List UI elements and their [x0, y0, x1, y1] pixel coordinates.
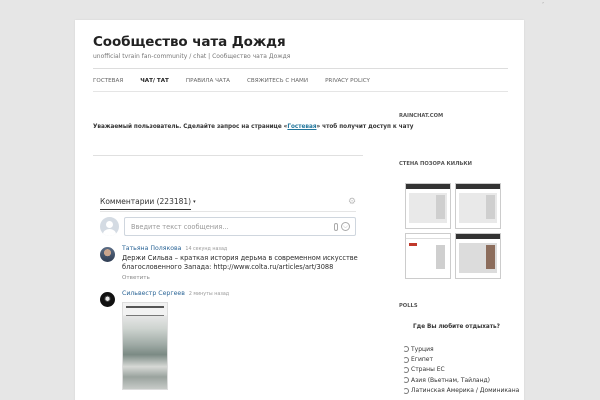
reply-button[interactable]: Ответить	[122, 275, 356, 281]
page-container: Сообщество чата Дождя unofficial tvrain …	[75, 20, 524, 400]
gallery-thumbnail[interactable]	[455, 233, 501, 279]
radio-icon[interactable]	[403, 366, 409, 373]
notice-text-before: Уважаемый пользователь. Сделайте запрос …	[93, 124, 288, 130]
poll-question: Где Вы любите отдыхать?	[413, 324, 500, 330]
paperclip-icon[interactable]	[334, 223, 338, 231]
main-nav: Гостевая Чат/ Тат Правила чата Свяжитесь…	[93, 78, 387, 84]
comment-input-placeholder: Введите текст сообщения...	[131, 223, 229, 231]
radio-icon[interactable]	[403, 356, 409, 363]
comments-widget: Комментарии (223181) ▾ ⚙ Введите текст с…	[100, 196, 358, 390]
comments-divider	[100, 211, 356, 212]
content-divider	[93, 155, 363, 156]
poll-option-label: Египет	[411, 356, 433, 364]
nav-item-chat[interactable]: Чат/ Тат	[140, 78, 169, 84]
comment-meta: Татьяна Полякова 14 секунд назад	[122, 245, 356, 252]
poll-options: Турция Египет Страны ЕС Азия (Вьетнам, Т…	[403, 344, 519, 396]
poll-option-label: Турция	[411, 345, 434, 353]
gallery-thumbnail[interactable]	[405, 233, 451, 279]
image-caption-band	[126, 306, 164, 316]
sidebar-rainchat-link[interactable]: RAINCHAT.COM	[399, 113, 443, 119]
comment-image-attachment[interactable]	[122, 302, 168, 390]
comments-header: Комментарии (223181) ▾ ⚙	[100, 196, 356, 210]
comment-text-line: благословенного Запада: http://www.colta…	[122, 263, 334, 271]
nav-top-divider	[93, 68, 508, 69]
avatar[interactable]	[100, 247, 115, 262]
top-corner-mark: ,	[542, 0, 544, 5]
comment-text: Держи Сильва – краткая история дерьма в …	[122, 254, 358, 272]
gallery-thumbnail[interactable]	[405, 183, 451, 229]
radio-icon[interactable]	[403, 377, 409, 384]
radio-icon[interactable]	[403, 387, 409, 394]
poll-option[interactable]: Страны ЕС	[403, 365, 519, 375]
nav-item-guestbook[interactable]: Гостевая	[93, 78, 123, 84]
comment-meta: Сильвестр Сергеев 2 минуты назад	[122, 290, 356, 297]
site-title[interactable]: Сообщество чата Дождя	[93, 34, 286, 50]
comment-item: Татьяна Полякова 14 секунд назад Держи С…	[100, 245, 358, 281]
comment-text-line: Держи Сильва – краткая история дерьма в …	[122, 254, 358, 262]
poll-option-label: Латинская Америка / Доминикана	[411, 387, 520, 395]
comment-composer: Введите текст сообщения... ◡	[100, 217, 356, 236]
comment-timestamp[interactable]: 14 секунд назад	[185, 247, 227, 252]
poll-option[interactable]: Египет	[403, 354, 519, 364]
poll-option-label: Азия (Вьетнам, Тайланд)	[411, 376, 490, 384]
chevron-down-icon[interactable]: ▾	[193, 199, 196, 205]
notice-text-after: » чтоб получит доступ к чату	[316, 124, 414, 130]
site-description: unofficial tvrain fan-community / chat |…	[93, 53, 291, 60]
nav-item-chat-rules[interactable]: Правила чата	[186, 78, 230, 84]
comment-timestamp[interactable]: 2 минуты назад	[189, 292, 229, 297]
comment-author[interactable]: Татьяна Полякова	[122, 245, 181, 252]
comment-input[interactable]: Введите текст сообщения... ◡	[124, 217, 356, 236]
notice-guestbook-link[interactable]: Гостевая	[287, 124, 316, 130]
poll-option-label: Страны ЕС	[411, 366, 445, 374]
avatar[interactable]	[100, 292, 115, 307]
sidebar-heading-polls: POLLS	[399, 303, 418, 309]
access-notice: Уважаемый пользователь. Сделайте запрос …	[93, 124, 413, 130]
gallery-thumbnail[interactable]	[455, 183, 501, 229]
poll-option[interactable]: Турция	[403, 344, 519, 354]
comment-author[interactable]: Сильвестр Сергеев	[122, 290, 185, 297]
gear-icon[interactable]: ⚙	[348, 198, 357, 207]
comment-item: Сильвестр Сергеев 2 минуты назад	[100, 290, 356, 390]
poll-option[interactable]: Латинская Америка / Доминикана	[403, 386, 519, 396]
user-avatar-placeholder	[100, 217, 119, 236]
nav-bottom-divider	[93, 91, 508, 92]
poll-option[interactable]: Азия (Вьетнам, Тайланд)	[403, 375, 519, 385]
nav-item-contact[interactable]: Свяжитесь с нами	[247, 78, 308, 84]
radio-icon[interactable]	[403, 346, 409, 353]
comments-count-tab[interactable]: Комментарии (223181)	[100, 197, 192, 210]
smile-icon[interactable]: ◡	[341, 222, 350, 231]
sidebar-heading-wall: СТЕНА ПОЗОРА КИЛЬКИ	[399, 161, 472, 167]
nav-item-privacy-policy[interactable]: Privacy Policy	[325, 78, 370, 84]
